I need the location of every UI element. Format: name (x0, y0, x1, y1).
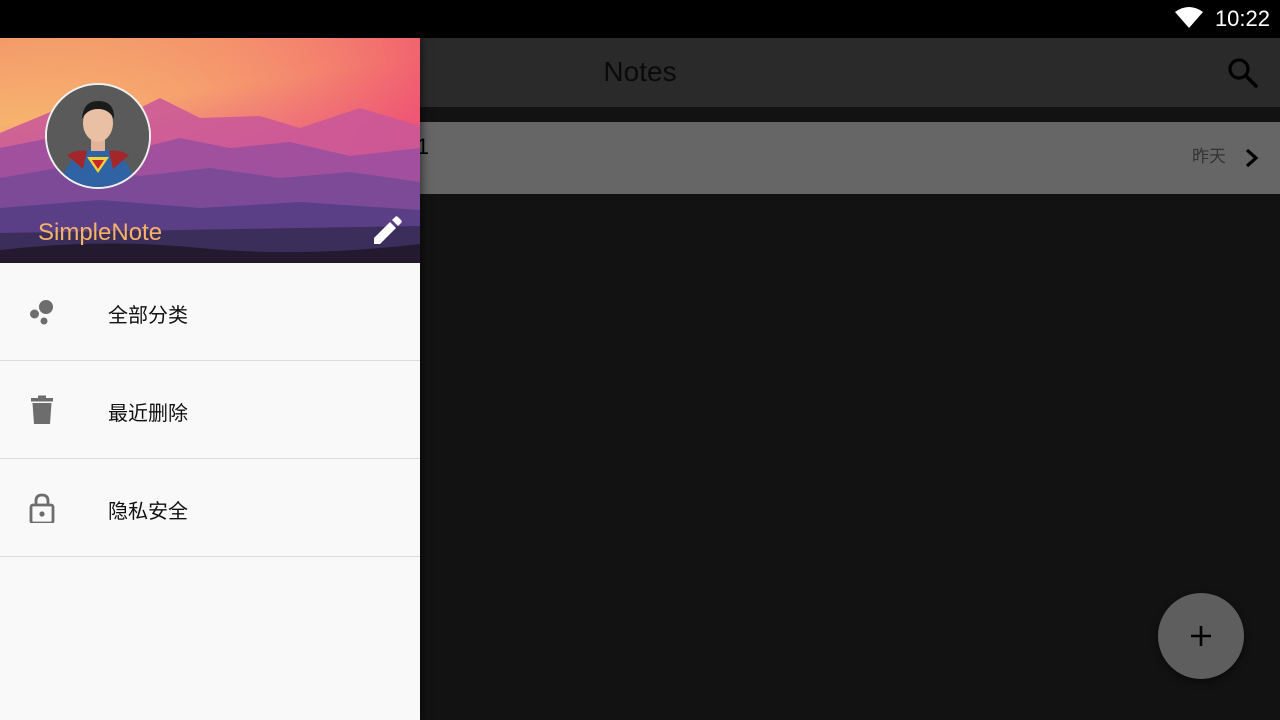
drawer-item-label: 全部分类 (108, 303, 188, 327)
chevron-right-icon (1245, 148, 1259, 168)
pencil-icon[interactable] (370, 214, 404, 248)
drawer-item-recently-deleted[interactable]: 最近删除 (0, 361, 420, 459)
note-date: 昨天 (1192, 147, 1226, 167)
drawer-header: SimpleNote (0, 38, 420, 263)
navigation-drawer: SimpleNote 全部分类 最近删除 隐私安全 (0, 38, 420, 720)
drawer-item-label: 隐私安全 (108, 499, 188, 523)
wifi-icon (1175, 7, 1203, 28)
search-icon[interactable] (1226, 56, 1260, 90)
drawer-menu: 全部分类 最近删除 隐私安全 (0, 263, 420, 557)
lock-icon (29, 493, 55, 523)
plus-icon (1191, 626, 1211, 646)
avatar[interactable] (45, 83, 151, 189)
status-clock: 10:22 (1214, 6, 1270, 31)
superman-avatar-image (47, 85, 149, 187)
trash-icon (31, 395, 53, 424)
app-name: SimpleNote (38, 219, 163, 246)
add-note-button[interactable] (1158, 593, 1244, 679)
drawer-item-all-categories[interactable]: 全部分类 (0, 263, 420, 361)
drawer-item-label: 最近删除 (108, 401, 188, 425)
bubbles-icon (30, 300, 53, 325)
status-bar: 10:22 (0, 0, 1280, 38)
drawer-item-privacy-security[interactable]: 隐私安全 (0, 459, 420, 557)
